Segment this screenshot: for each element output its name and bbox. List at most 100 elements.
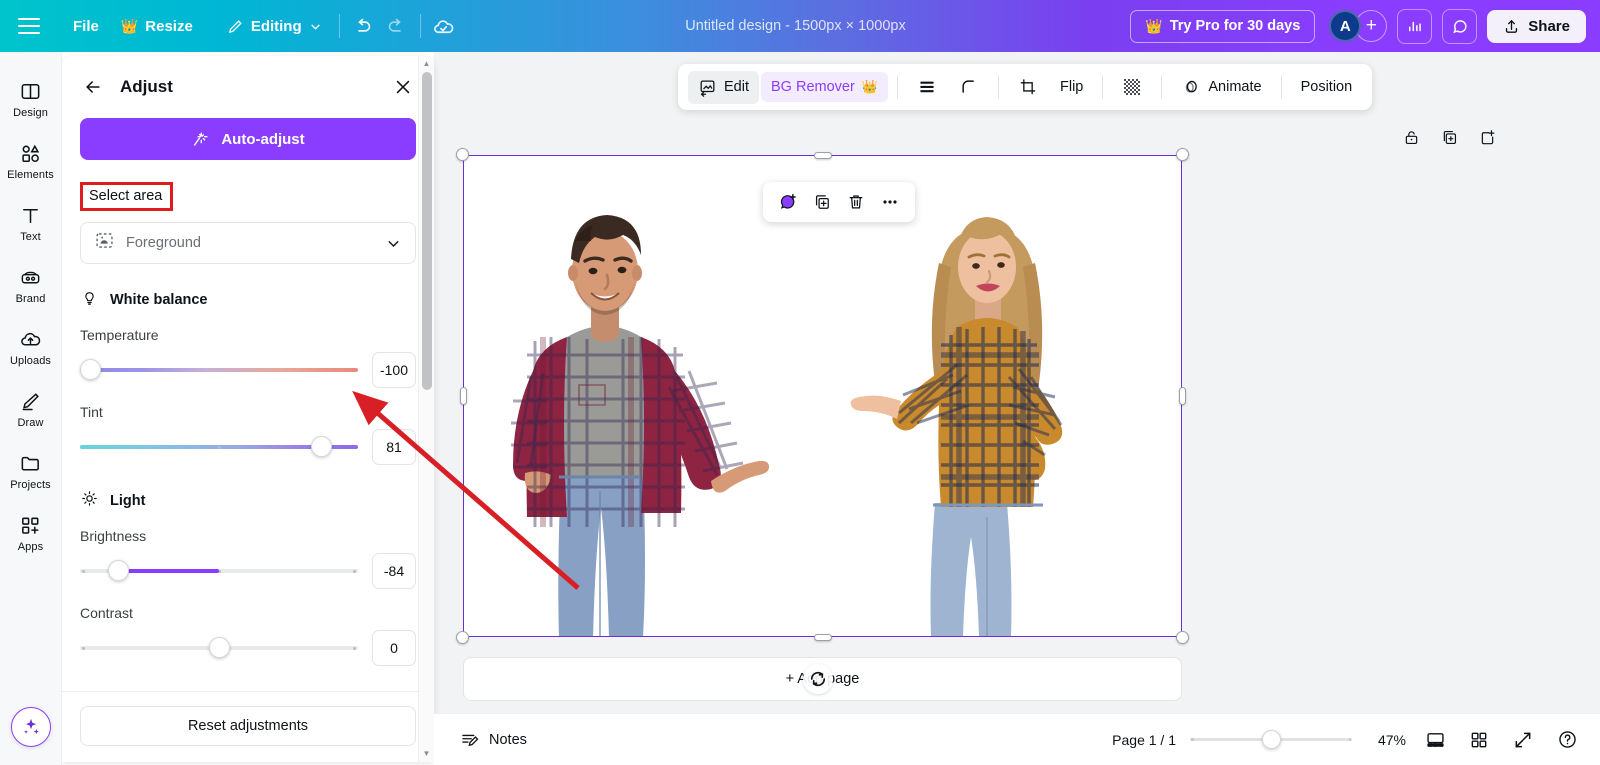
- notes-button[interactable]: Notes: [452, 724, 535, 756]
- resize-handle-left[interactable]: [459, 387, 467, 405]
- resize-handle-bl[interactable]: [456, 631, 469, 644]
- comment-icon[interactable]: [1442, 8, 1478, 44]
- transparency-button[interactable]: [1112, 70, 1152, 104]
- slider-label: Brightness: [80, 528, 147, 544]
- hamburger-icon[interactable]: [18, 13, 44, 39]
- crown-icon: 👑: [1145, 17, 1163, 34]
- magic-sparkle-icon[interactable]: [11, 707, 51, 747]
- edit-image-button[interactable]: Edit: [688, 70, 759, 104]
- presenter-view-icon[interactable]: [1420, 725, 1450, 755]
- design-title[interactable]: Untitled design - 1500px × 1000px: [675, 12, 915, 40]
- slider-thumb[interactable]: [311, 436, 333, 457]
- animate-icon: [1186, 80, 1198, 93]
- undo-icon[interactable]: [346, 9, 380, 43]
- crop-button[interactable]: [1008, 70, 1048, 104]
- share-button[interactable]: Share: [1487, 9, 1586, 43]
- auto-adjust-button[interactable]: Auto-adjust: [80, 118, 416, 160]
- file-menu-button[interactable]: File: [62, 11, 110, 42]
- try-pro-button[interactable]: 👑 Try Pro for 30 days: [1130, 9, 1316, 43]
- slider-contrast: Contrast 0: [80, 605, 416, 666]
- top-bar: File 👑 Resize Editing Untitled design - …: [0, 0, 1600, 52]
- sidebar-item-brand[interactable]: Brand: [3, 256, 59, 311]
- resize-handle-bottom[interactable]: [813, 633, 832, 641]
- fullscreen-icon[interactable]: [1508, 725, 1538, 755]
- resize-handle-tl[interactable]: [456, 148, 469, 161]
- transparency-icon: [1124, 79, 1141, 95]
- resize-handle-br[interactable]: [1176, 631, 1189, 644]
- select-area-dropdown[interactable]: Foreground: [80, 222, 416, 264]
- sidebar-item-design[interactable]: Design: [3, 70, 59, 125]
- add-comment-icon[interactable]: [773, 187, 803, 217]
- lock-icon[interactable]: [1398, 124, 1424, 150]
- design-icon: [18, 78, 44, 104]
- close-icon[interactable]: [390, 74, 416, 100]
- reset-adjustments-button[interactable]: Reset adjustments: [80, 706, 416, 746]
- back-arrow-icon[interactable]: [80, 74, 106, 100]
- try-pro-label: Try Pro for 30 days: [1169, 18, 1301, 34]
- grid-view-icon[interactable]: [1464, 725, 1494, 755]
- design-page[interactable]: [456, 148, 1189, 644]
- adjust-panel: Adjust Auto-adjust Select area Foregroun…: [62, 56, 434, 762]
- redo-icon[interactable]: [380, 9, 414, 43]
- layers-button[interactable]: [907, 70, 947, 104]
- zoom-value: 47%: [1377, 731, 1406, 748]
- add-page-button[interactable]: + Add page: [463, 657, 1182, 701]
- sidebar-item-elements[interactable]: Elements: [3, 132, 59, 187]
- slider-thumb[interactable]: [80, 359, 101, 380]
- slider-thumb[interactable]: [208, 637, 230, 658]
- zoom-slider[interactable]: [1190, 729, 1352, 750]
- resize-handle-tr[interactable]: [1176, 148, 1189, 161]
- panel-header: Adjust: [62, 56, 434, 106]
- duplicate-page-icon[interactable]: [1436, 124, 1462, 150]
- scroll-down-arrow[interactable]: ▼: [419, 746, 434, 760]
- sidebar-item-apps[interactable]: Apps: [3, 504, 59, 559]
- resize-handle-top[interactable]: [813, 151, 832, 159]
- corner-radius-button[interactable]: [949, 70, 989, 104]
- bg-remover-label: BG Remover: [771, 79, 855, 95]
- trash-icon[interactable]: [841, 187, 871, 217]
- bg-remover-button[interactable]: BG Remover 👑: [761, 72, 888, 102]
- contrast-value-field[interactable]: 0: [372, 630, 416, 666]
- scroll-up-arrow[interactable]: ▲: [419, 56, 434, 70]
- tint-track[interactable]: [80, 436, 358, 458]
- more-options-icon[interactable]: [875, 187, 905, 217]
- resize-button[interactable]: 👑 Resize: [110, 11, 204, 42]
- bar-chart-icon[interactable]: [1397, 8, 1433, 44]
- avatar[interactable]: A: [1329, 10, 1362, 42]
- add-page-label: + Add page: [785, 671, 860, 687]
- panel-scrollbar[interactable]: ▲ ▼: [418, 56, 434, 762]
- brightness-value-field[interactable]: -84: [372, 553, 416, 589]
- tint-value-field[interactable]: 81: [372, 429, 416, 465]
- duplicate-icon[interactable]: [807, 187, 837, 217]
- page-indicator: Page 1 / 1: [1112, 731, 1176, 748]
- contrast-track[interactable]: [80, 637, 358, 659]
- editing-mode-button[interactable]: Editing: [216, 11, 333, 42]
- canvas-image[interactable]: [463, 155, 1182, 637]
- cloud-check-icon[interactable]: [427, 9, 461, 43]
- animate-button[interactable]: Animate: [1171, 70, 1271, 104]
- page-tools: [1398, 124, 1500, 150]
- sidebar-item-draw[interactable]: Draw: [3, 380, 59, 435]
- add-page-icon[interactable]: [1474, 124, 1500, 150]
- sidebar-item-projects[interactable]: Projects: [3, 442, 59, 497]
- panel-body: Auto-adjust Select area Foreground White…: [62, 106, 434, 691]
- zoom-thumb[interactable]: [1262, 729, 1281, 749]
- min-tick: [82, 570, 85, 573]
- temperature-track[interactable]: [80, 359, 358, 381]
- sidebar-item-text[interactable]: Text: [3, 194, 59, 249]
- editing-label: Editing: [250, 17, 302, 35]
- slider-thumb[interactable]: [108, 560, 130, 581]
- slider-brightness: Brightness -84: [80, 528, 416, 589]
- sidebar-item-uploads[interactable]: Uploads: [3, 318, 59, 373]
- scrollbar-thumb[interactable]: [422, 72, 432, 390]
- help-icon[interactable]: [1552, 725, 1582, 755]
- divider: [338, 14, 340, 38]
- temperature-value-field[interactable]: -100: [372, 352, 416, 388]
- position-button[interactable]: Position: [1291, 72, 1363, 102]
- sidebar-label: Draw: [17, 417, 44, 429]
- position-label: Position: [1300, 79, 1353, 95]
- brightness-track[interactable]: [80, 560, 358, 582]
- resize-handle-right[interactable]: [1178, 387, 1186, 405]
- flip-button[interactable]: Flip: [1050, 72, 1093, 102]
- canvas-workspace: Edit BG Remover 👑 Flip Animate Position …: [434, 52, 1600, 765]
